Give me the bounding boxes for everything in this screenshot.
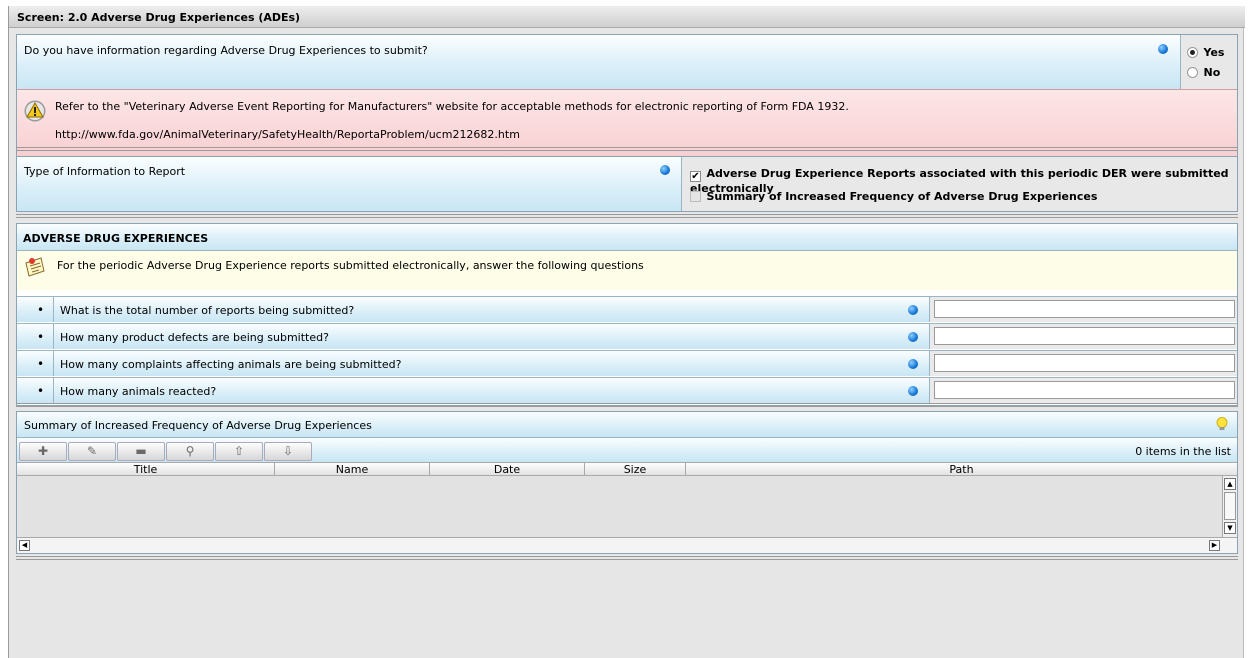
info-type-label: Type of Information to Report — [24, 165, 186, 178]
search-button[interactable]: ⚲ — [166, 442, 214, 461]
question-text: How many complaints affecting animals ar… — [53, 351, 929, 376]
column-header-name[interactable]: Name — [275, 463, 430, 477]
move-down-button[interactable]: ⇩ — [264, 442, 312, 461]
question-row: • How many complaints affecting animals … — [17, 350, 1237, 376]
bullet-icon: • — [37, 303, 45, 317]
required-indicator-icon — [908, 332, 918, 342]
info-type-label-cell: Type of Information to Report — [17, 157, 681, 211]
summary-toolbar: ✚ ✎ ▬ ⚲ ⇧ ⇩ 0 items in the list — [17, 437, 1237, 462]
summary-table-panel: Summary of Increased Frequency of Advers… — [16, 411, 1238, 554]
complaints-input[interactable] — [934, 354, 1235, 372]
ade-question-panel: Do you have information regarding Advers… — [16, 34, 1238, 159]
summary-table-header: Summary of Increased Frequency of Advers… — [17, 412, 1237, 437]
table-body[interactable] — [17, 476, 1222, 537]
required-indicator-icon — [660, 165, 670, 175]
warning-text: Refer to the "Veterinary Adverse Event R… — [55, 100, 849, 113]
ade-note-box: For the periodic Adverse Drug Experience… — [17, 250, 1237, 290]
question-text: What is the total number of reports bein… — [53, 297, 929, 322]
info-type-panel: Type of Information to Report ✔ Adverse … — [16, 156, 1238, 212]
column-header-size[interactable]: Size — [585, 463, 686, 477]
required-indicator-icon — [908, 386, 918, 396]
bullet-icon: • — [37, 357, 45, 371]
checkbox-unchecked-icon — [690, 191, 701, 202]
no-radio[interactable]: No — [1187, 66, 1220, 79]
ade-section-panel: ADVERSE DRUG EXPERIENCES For the periodi… — [16, 223, 1238, 406]
add-icon: ✚ — [37, 444, 49, 458]
summary-frequency-checkbox-label: Summary of Increased Frequency of Advers… — [706, 190, 1098, 203]
screen-title: Screen: 2.0 Adverse Drug Experiences (AD… — [9, 6, 1245, 28]
add-button[interactable]: ✚ — [19, 442, 67, 461]
answer-cell — [929, 324, 1237, 349]
question-row: • How many product defects are being sub… — [17, 323, 1237, 349]
warning-icon — [24, 100, 46, 122]
no-radio-label: No — [1203, 66, 1221, 79]
screen-page: Screen: 2.0 Adverse Drug Experiences (AD… — [8, 6, 1245, 658]
answer-cell — [929, 297, 1237, 322]
search-icon: ⚲ — [185, 444, 195, 458]
column-header-date[interactable]: Date — [430, 463, 585, 477]
table-header-row: Title Name Date Size Path — [17, 462, 1237, 477]
bullet-icon: • — [37, 384, 45, 398]
yes-radio[interactable]: Yes — [1187, 46, 1224, 59]
warning-url: http://www.fda.gov/AnimalVeterinary/Safe… — [55, 128, 520, 141]
question-row: • What is the total number of reports be… — [17, 296, 1237, 322]
question-row: • How many animals reacted? — [17, 377, 1237, 403]
animals-reacted-input[interactable] — [934, 381, 1235, 399]
yes-radio-label: Yes — [1203, 46, 1225, 59]
question-text: How many animals reacted? — [53, 378, 929, 403]
required-indicator-icon — [1158, 44, 1168, 54]
question-text: How many product defects are being submi… — [53, 324, 929, 349]
ade-question-text: Do you have information regarding Advers… — [24, 44, 428, 57]
move-down-icon: ⇩ — [282, 444, 294, 458]
section-divider — [16, 147, 1238, 151]
section-divider — [16, 214, 1238, 218]
section-divider — [16, 403, 1238, 407]
radio-unselected-icon — [1187, 67, 1198, 78]
product-defects-input[interactable] — [934, 327, 1235, 345]
bullet-icon: • — [37, 330, 45, 344]
ade-answer-group: Yes No — [1180, 35, 1237, 89]
edit-button[interactable]: ✎ — [68, 442, 116, 461]
ade-section-header: ADVERSE DRUG EXPERIENCES — [17, 224, 1237, 250]
ade-note-text: For the periodic Adverse Drug Experience… — [57, 259, 644, 272]
required-indicator-icon — [908, 305, 918, 315]
column-header-path[interactable]: Path — [686, 463, 1237, 477]
required-indicator-icon — [908, 359, 918, 369]
hint-bulb-icon[interactable] — [1216, 417, 1228, 432]
column-header-title[interactable]: Title — [17, 463, 275, 477]
move-up-icon: ⇧ — [233, 444, 245, 458]
ade-question-row: Do you have information regarding Advers… — [17, 35, 1237, 89]
radio-selected-icon — [1187, 47, 1198, 58]
edit-icon: ✎ — [86, 444, 98, 458]
remove-icon: ▬ — [135, 444, 147, 458]
scroll-up-icon[interactable]: ▲ — [1224, 478, 1236, 490]
summary-frequency-checkbox[interactable]: Summary of Increased Frequency of Advers… — [690, 190, 1097, 203]
scroll-left-icon[interactable]: ◀ — [19, 540, 30, 551]
answer-cell — [929, 351, 1237, 376]
item-count: 0 items in the list — [1135, 445, 1231, 458]
answer-cell — [929, 378, 1237, 403]
section-divider — [16, 556, 1238, 560]
note-icon — [23, 255, 47, 279]
remove-button[interactable]: ▬ — [117, 442, 165, 461]
scroll-thumb[interactable] — [1224, 492, 1236, 520]
info-type-options: ✔ Adverse Drug Experience Reports associ… — [681, 157, 1237, 211]
horizontal-scrollbar[interactable]: ◀ ▶ — [17, 537, 1237, 553]
checkbox-checked-icon: ✔ — [690, 171, 701, 182]
total-reports-input[interactable] — [934, 300, 1235, 318]
summary-table-title: Summary of Increased Frequency of Advers… — [24, 419, 372, 432]
move-up-button[interactable]: ⇧ — [215, 442, 263, 461]
scroll-right-icon[interactable]: ▶ — [1209, 540, 1220, 551]
scroll-down-icon[interactable]: ▼ — [1224, 522, 1236, 534]
vertical-scrollbar[interactable]: ▲ ▼ — [1222, 476, 1237, 537]
